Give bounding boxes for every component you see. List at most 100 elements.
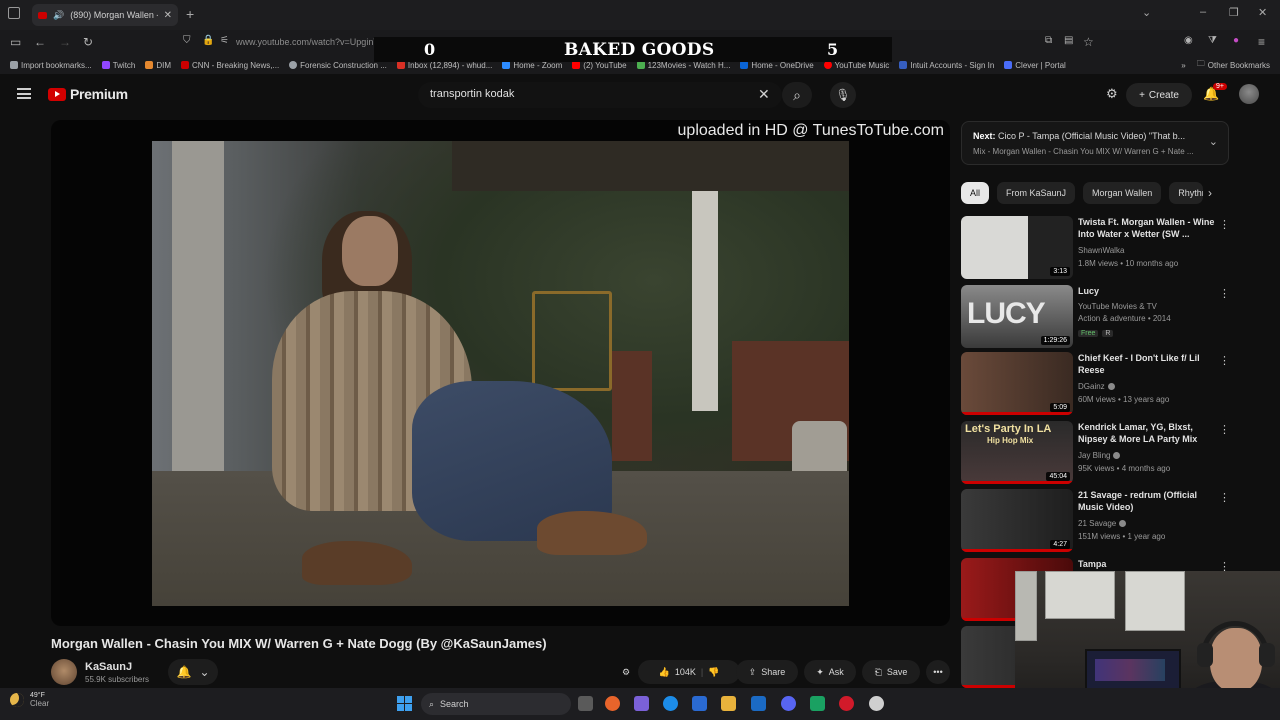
tab-list-chevron-icon[interactable]: ⌄ bbox=[1142, 6, 1151, 19]
bookmark-item[interactable]: Twitch bbox=[101, 61, 135, 70]
free-badge: Free bbox=[1078, 330, 1099, 337]
edge-icon[interactable] bbox=[663, 696, 678, 711]
bookmark-item[interactable]: Clever | Portal bbox=[1004, 61, 1066, 70]
microphone-icon: 🎙 bbox=[835, 88, 851, 102]
extension-gear-icon[interactable]: ⚙ bbox=[1106, 86, 1118, 102]
restore-window-icon[interactable]: ❐ bbox=[1229, 6, 1239, 19]
other-bookmarks[interactable]: » 🗀 Other Bookmarks bbox=[1181, 58, 1270, 72]
more-vertical-icon[interactable]: ⋮ bbox=[1219, 218, 1230, 231]
chip-from-channel[interactable]: From KaSaunJ bbox=[997, 182, 1076, 204]
bookmark-item[interactable]: CNN - Breaking News,... bbox=[181, 61, 279, 70]
chip-all[interactable]: All bbox=[961, 182, 990, 204]
more-vertical-icon[interactable]: ⋮ bbox=[1219, 423, 1230, 436]
extension-action-button[interactable]: ⚙ bbox=[614, 660, 638, 684]
video-thumbnail[interactable]: 5:09 bbox=[961, 352, 1073, 415]
chip-artist[interactable]: Morgan Wallen bbox=[1083, 182, 1162, 204]
new-tab-icon[interactable]: + bbox=[186, 6, 194, 22]
minimize-window-icon[interactable]: – bbox=[1200, 6, 1206, 18]
menu-icon[interactable]: ≡ bbox=[1258, 35, 1265, 49]
ask-button[interactable]: ✦ Ask bbox=[804, 660, 856, 684]
recommendation-item[interactable]: 3:13 Twista Ft. Morgan Wallen - Wine Int… bbox=[961, 216, 1231, 280]
profile-icon[interactable]: ● bbox=[1233, 35, 1239, 46]
reader-view-icon[interactable]: ▤ bbox=[1064, 35, 1073, 46]
chevron-down-icon: ⌄ bbox=[199, 665, 210, 679]
video-frame[interactable] bbox=[152, 141, 849, 606]
browser-tab-active[interactable]: 🔊 (890) Morgan Wallen - Chas ✕ bbox=[32, 4, 178, 26]
bookmark-item[interactable]: Intuit Accounts - Sign In bbox=[899, 61, 994, 70]
chevron-right-icon[interactable]: › bbox=[1208, 186, 1212, 200]
share-button[interactable]: ⇪ Share bbox=[736, 660, 798, 684]
moon-icon bbox=[10, 693, 24, 707]
bookmark-star-icon[interactable]: ☆ bbox=[1083, 35, 1094, 49]
audio-playing-icon[interactable]: 🔊 bbox=[53, 10, 64, 21]
more-vertical-icon[interactable]: ⋮ bbox=[1219, 354, 1230, 367]
bookmark-favicon-icon bbox=[899, 61, 908, 69]
forward-icon[interactable]: → bbox=[59, 35, 71, 49]
recommendation-item[interactable]: 5:09 Chief Keef - I Don't Like f/ Lil Re… bbox=[961, 352, 1231, 416]
channel-name[interactable]: KaSaunJ bbox=[85, 661, 132, 673]
youtube-music-icon[interactable] bbox=[839, 696, 854, 711]
channel-avatar[interactable] bbox=[51, 659, 77, 685]
xbox-icon[interactable] bbox=[810, 696, 825, 711]
discord-icon[interactable] bbox=[781, 696, 796, 711]
more-vertical-icon[interactable]: ⋮ bbox=[1219, 287, 1230, 300]
bookmark-icon: ⎗ bbox=[874, 666, 882, 677]
screenshot-icon[interactable]: ⧉ bbox=[1045, 35, 1052, 46]
recommendation-meta: 1.8M views • 10 months ago bbox=[1078, 259, 1179, 268]
copilot-icon[interactable] bbox=[634, 696, 649, 711]
bookmark-favicon-icon bbox=[101, 61, 110, 69]
video-thumbnail[interactable]: 4:27 bbox=[961, 489, 1073, 552]
voice-search-button[interactable]: 🎙 bbox=[830, 82, 856, 108]
bookmark-item[interactable]: DIM bbox=[145, 61, 171, 70]
extensions-icon[interactable]: ⧩ bbox=[1208, 35, 1217, 46]
account-avatar[interactable] bbox=[1239, 84, 1259, 104]
chip-rhythm[interactable]: Rhythm bbox=[1169, 182, 1204, 204]
recommendation-item[interactable]: 4:27 21 Savage - redrum (Official Music … bbox=[961, 489, 1231, 553]
task-view-icon[interactable] bbox=[578, 696, 593, 711]
outlook-icon[interactable] bbox=[751, 696, 766, 711]
video-player[interactable]: uploaded in HD @ TunesToTube.com bbox=[51, 120, 950, 626]
close-window-icon[interactable]: ✕ bbox=[1258, 6, 1267, 19]
settings-icon[interactable] bbox=[869, 696, 884, 711]
video-thumbnail[interactable]: LUCY 1:29:26 bbox=[961, 285, 1073, 348]
bookmark-item[interactable]: Forensic Construction ... bbox=[289, 61, 387, 70]
expand-chevron-icon[interactable]: ⌄ bbox=[1209, 135, 1218, 148]
bookmark-item[interactable]: Import bookmarks... bbox=[10, 61, 92, 70]
clear-search-icon[interactable]: ✕ bbox=[758, 86, 770, 103]
close-tab-icon[interactable]: ✕ bbox=[164, 10, 172, 21]
recommendation-item[interactable]: LUCY 1:29:26 Lucy YouTube Movies & TV Ac… bbox=[961, 285, 1231, 349]
firefox-icon[interactable] bbox=[605, 696, 620, 711]
account-icon[interactable]: ◉ bbox=[1184, 35, 1193, 46]
recommendation-item[interactable]: Let's Party In LA Hip Hop Mix 45:04 Kend… bbox=[961, 421, 1231, 485]
permissions-icon[interactable]: ⚟ bbox=[220, 35, 229, 46]
search-input[interactable]: transportin kodak ✕ bbox=[418, 82, 782, 108]
reload-icon[interactable]: ↻ bbox=[83, 35, 93, 49]
save-button[interactable]: ⎗ Save bbox=[862, 660, 920, 684]
up-next-panel[interactable]: Next: Cico P - Tampa (Official Music Vid… bbox=[961, 121, 1229, 165]
taskbar-search[interactable]: ⌕ Search bbox=[421, 693, 571, 715]
dislike-button[interactable]: 👎 bbox=[708, 667, 719, 678]
youtube-premium-logo[interactable]: Premium bbox=[48, 86, 128, 102]
video-thumbnail[interactable]: Let's Party In LA Hip Hop Mix 45:04 bbox=[961, 421, 1073, 484]
create-button[interactable]: + Create bbox=[1126, 83, 1192, 107]
subscription-bell-button[interactable]: 🔔 ⌄ bbox=[168, 659, 218, 685]
guide-menu-icon[interactable] bbox=[17, 88, 31, 99]
more-vertical-icon[interactable]: ⋮ bbox=[1219, 491, 1230, 504]
sidebar-toggle-icon[interactable]: ▭ bbox=[10, 35, 21, 49]
lock-icon[interactable]: 🔒 bbox=[202, 35, 214, 46]
weather-widget[interactable]: 49°F Clear bbox=[10, 692, 49, 708]
like-button[interactable]: 👍 104K bbox=[659, 667, 696, 678]
start-button[interactable] bbox=[397, 696, 412, 711]
store-icon[interactable] bbox=[692, 696, 707, 711]
shield-icon[interactable]: ⛉ bbox=[183, 35, 191, 46]
back-icon[interactable]: ← bbox=[34, 35, 46, 49]
bookmarks-overflow-icon[interactable]: » bbox=[1181, 61, 1185, 70]
verified-icon bbox=[1119, 520, 1127, 528]
tab-overview-icon[interactable] bbox=[8, 7, 20, 19]
more-actions-button[interactable]: ••• bbox=[926, 660, 950, 684]
video-title: Morgan Wallen - Chasin You MIX W/ Warren… bbox=[51, 636, 547, 651]
video-thumbnail[interactable]: 3:13 bbox=[961, 216, 1073, 279]
file-explorer-icon[interactable] bbox=[721, 696, 736, 711]
duration-badge: 4:27 bbox=[1050, 540, 1070, 549]
search-button[interactable]: ⌕ bbox=[782, 82, 812, 108]
